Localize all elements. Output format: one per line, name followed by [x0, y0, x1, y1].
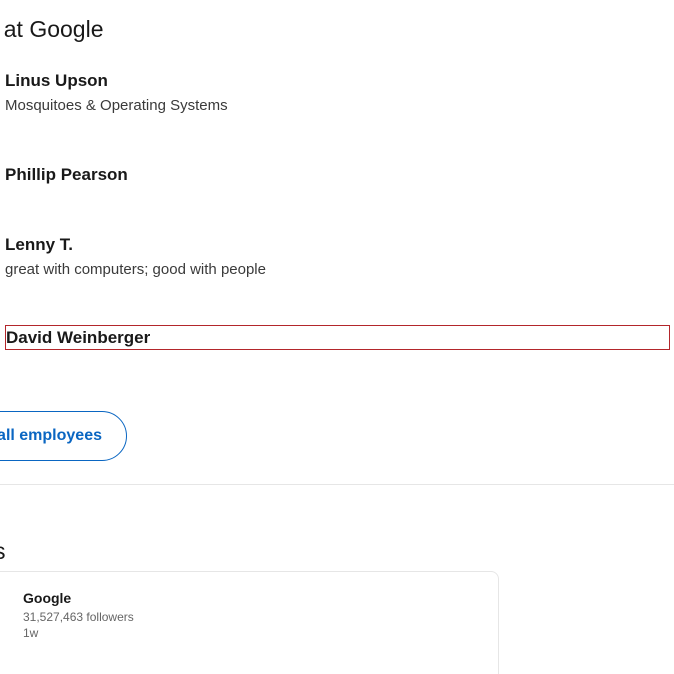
updates-section-heading: ates — [0, 538, 5, 565]
employee-item[interactable]: Linus Upson Mosquitoes & Operating Syste… — [5, 70, 670, 116]
show-all-employees-button[interactable]: all employees — [0, 411, 127, 461]
update-card[interactable]: Google 31,527,463 followers 1w — [0, 571, 499, 674]
employee-name[interactable]: Phillip Pearson — [5, 164, 670, 186]
section-divider — [0, 484, 674, 485]
employee-name[interactable]: Lenny T. — [5, 234, 670, 256]
employee-headline: Mosquitoes & Operating Systems — [5, 97, 228, 114]
employee-item[interactable]: Phillip Pearson — [5, 164, 670, 186]
update-timestamp: 1w — [23, 626, 39, 640]
employee-item-focused[interactable]: David Weinberger — [5, 325, 670, 350]
company-employees-page: oyees at Google Linus Upson Mosquitoes &… — [0, 0, 674, 674]
employee-item[interactable]: Lenny T. great with computers; good with… — [5, 234, 670, 280]
update-followers-count: 31,527,463 followers — [23, 610, 134, 624]
employees-section-heading: oyees at Google — [0, 16, 104, 42]
employee-name[interactable]: Linus Upson — [5, 70, 670, 92]
employee-headline: great with computers; good with people — [5, 261, 266, 278]
employee-name[interactable]: David Weinberger — [6, 326, 669, 349]
update-company-name[interactable]: Google — [23, 590, 71, 606]
